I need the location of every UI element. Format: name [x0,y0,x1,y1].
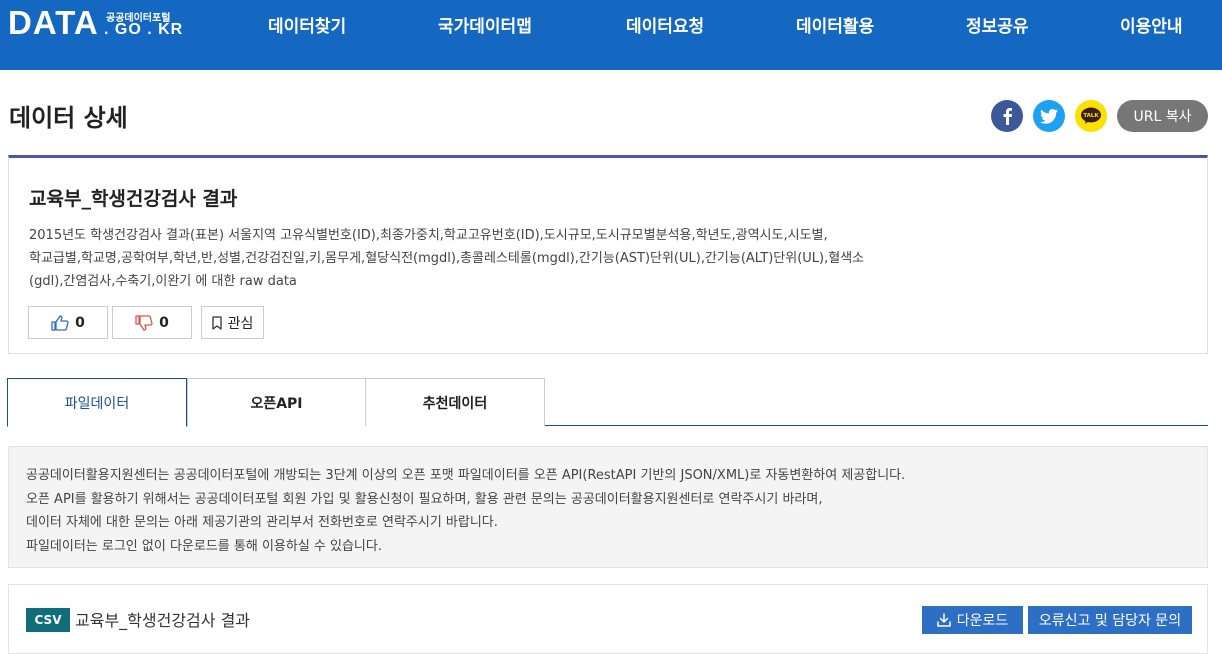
detail-tabs: 파일데이터 오픈API 추천데이터 [7,378,1208,427]
dataset-summary-card: 교육부_학생건강검사 결과 2015년도 학생건강검사 결과(표본) 서울지역 … [8,155,1208,354]
kakaotalk-label: TALK [1083,113,1099,119]
nav-item-user-guide[interactable]: 이용안내 [1120,12,1183,37]
nav-item-find-data[interactable]: 데이터찾기 [268,12,346,37]
like-count: 0 [75,314,85,331]
tab-open-api[interactable]: 오픈API [187,378,366,426]
nav-item-national-data-map[interactable]: 국가데이터맵 [438,12,532,37]
kakaotalk-share-button[interactable]: TALK [1075,100,1107,132]
description-line: 2015년도 학생건강검사 결과(표본) 서울지역 고유식별번호(ID),최종가… [29,228,828,243]
favorite-label: 관심 [227,315,254,332]
tab-file-data[interactable]: 파일데이터 [7,378,187,427]
nav-item-data-usage[interactable]: 데이터활용 [796,12,874,37]
logo-domain: . GO . KR [104,21,184,38]
thumbs-down-icon [135,314,153,331]
notice-line: 오픈 API를 활용하기 위해서는 공공데이터포털 회원 가입 및 활용신청이 … [26,491,823,507]
download-icon [936,613,951,627]
dataset-description: 2015년도 학생건강검사 결과(표본) 서울지역 고유식별번호(ID),최종가… [29,224,969,293]
dislike-count: 0 [159,314,169,331]
page-title: 데이터 상세 [9,104,128,132]
file-name: 교육부_학생건강검사 결과 [75,611,251,630]
logo-main-text: DATA [8,4,99,41]
report-error-button[interactable]: 오류신고 및 담당자 문의 [1028,606,1192,634]
top-navigation-bar: DATA 공공데이터포털 . GO . KR 데이터찾기 국가데이터맵 데이터요… [0,0,1222,70]
dislike-button[interactable]: 0 [112,306,192,339]
twitter-share-button[interactable] [1033,100,1065,132]
bookmark-icon [211,315,222,330]
notice-line: 공공데이터활용지원센터는 공공데이터포털에 개방되는 3단계 이상의 오픈 포맷… [26,468,906,483]
notice-line: 데이터 자체에 대한 문의는 아래 제공기관의 관리부서 전화번호로 연락주시기… [26,515,498,530]
kakaotalk-icon: TALK [1081,107,1101,124]
nav-item-data-request[interactable]: 데이터요청 [626,12,704,37]
notice-line: 파일데이터는 로그인 없이 다운로드를 통해 이용하실 수 있습니다. [26,538,382,554]
thumbs-up-icon [51,314,69,331]
description-line: 학교급별,학교명,공학여부,학년,반,성별,건강검진일,키,몸무게,혈당식전(m… [29,251,865,266]
notice-text: 공공데이터활용지원센터는 공공데이터포털에 개방되는 3단계 이상의 오픈 포맷… [26,464,905,558]
description-line: (gdl),간염검사,수축기,이완기 에 대한 raw data [29,274,297,289]
nav-item-info-share[interactable]: 정보공유 [966,12,1029,37]
facebook-share-button[interactable] [991,100,1023,132]
download-label: 다운로드 [956,613,1009,629]
like-button[interactable]: 0 [28,306,108,339]
twitter-icon [1040,108,1058,124]
url-copy-button[interactable]: URL 복사 [1117,100,1208,132]
tab-recommended-data[interactable]: 추천데이터 [365,378,545,426]
facebook-icon [1003,108,1013,125]
favorite-button[interactable]: 관심 [201,306,264,339]
dataset-title: 교육부_학생건강검사 결과 [29,188,238,210]
info-notice-box: 공공데이터활용지원센터는 공공데이터포털에 개방되는 3단계 이상의 오픈 포맷… [8,446,1208,568]
file-format-badge: CSV [26,608,70,632]
download-button[interactable]: 다운로드 [922,606,1023,634]
